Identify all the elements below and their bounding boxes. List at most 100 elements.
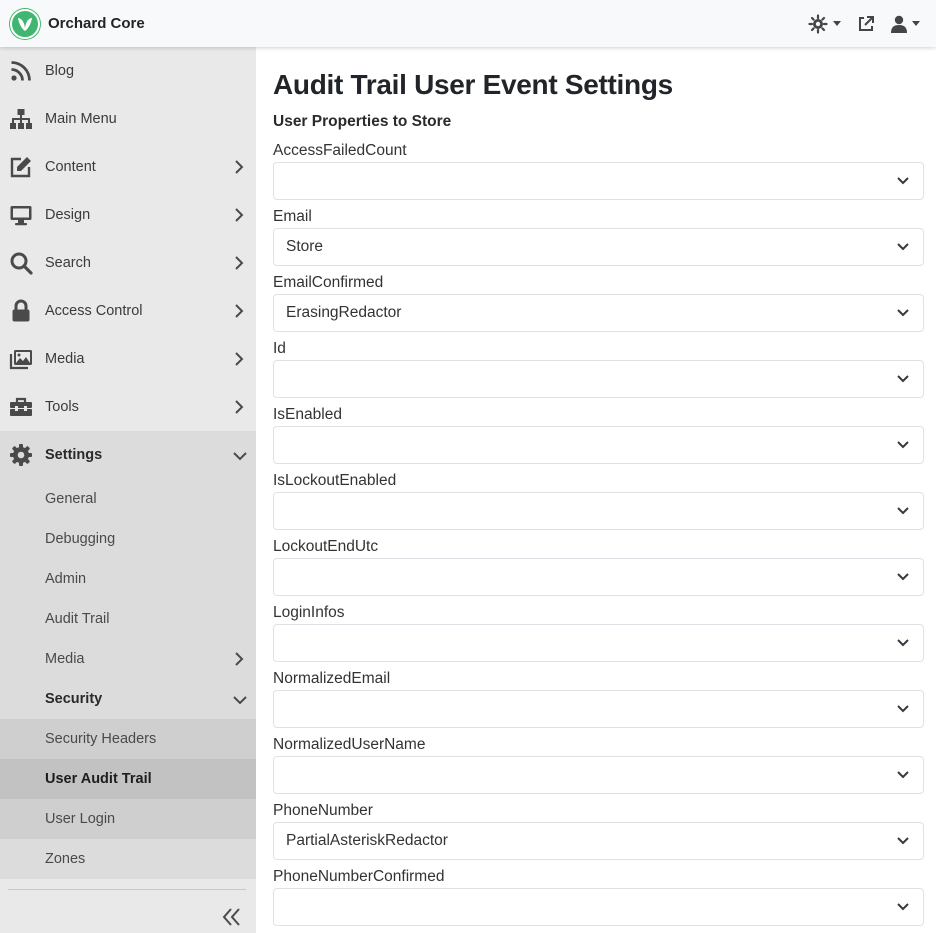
sidebar-item-label: Audit Trail	[45, 611, 110, 627]
phone-number-select[interactable]: PartialAsteriskRedactor	[273, 822, 924, 860]
sidebar-item-main-menu[interactable]: Main Menu	[0, 95, 256, 143]
normalized-user-name-select[interactable]	[273, 756, 924, 794]
images-icon	[9, 350, 32, 370]
sidebar-item-label: Access Control	[45, 303, 143, 319]
top-navbar: Orchard Core	[0, 0, 936, 47]
sidebar-item-label: Media	[45, 351, 85, 367]
chevron-down-icon	[897, 243, 909, 251]
admin-sidebar: Blog Main Menu Content Design Search Acc…	[0, 47, 256, 933]
chevron-down-icon	[833, 21, 841, 26]
sidebar-item-label: Security Headers	[45, 731, 157, 747]
field-email: Email Store	[273, 207, 924, 266]
edit-icon	[10, 157, 31, 178]
login-infos-select[interactable]	[273, 624, 924, 662]
toolbox-icon	[10, 397, 32, 416]
field-phone-number: PhoneNumber PartialAsteriskRedactor	[273, 801, 924, 860]
field-label: PhoneNumber	[273, 802, 373, 819]
sidebar-item-general[interactable]: General	[0, 479, 256, 519]
sidebar-item-media-settings[interactable]: Media	[0, 639, 256, 679]
sidebar-item-label: Zones	[45, 851, 86, 867]
sidebar-item-security-headers[interactable]: Security Headers	[0, 719, 256, 759]
field-access-failed-count: AccessFailedCount	[273, 141, 924, 200]
chevron-right-icon	[235, 400, 244, 414]
sidebar-item-audit-trail[interactable]: Audit Trail	[0, 599, 256, 639]
sidebar-item-access-control[interactable]: Access Control	[0, 287, 256, 335]
field-label: NormalizedEmail	[273, 670, 391, 687]
is-lockout-enabled-select[interactable]	[273, 492, 924, 530]
select-value: ErasingRedactor	[286, 304, 402, 321]
chevron-down-icon	[897, 441, 909, 449]
chevron-right-icon	[235, 304, 244, 318]
field-is-enabled: IsEnabled	[273, 405, 924, 464]
chevron-down-icon	[233, 696, 247, 705]
field-label: NormalizedUserName	[273, 736, 426, 753]
orchard-logo-icon	[9, 7, 41, 40]
field-lockout-end-utc: LockoutEndUtc	[273, 537, 924, 596]
chevron-down-icon	[897, 375, 909, 383]
field-email-confirmed: EmailConfirmed ErasingRedactor	[273, 273, 924, 332]
field-label: IsLockoutEnabled	[273, 472, 397, 489]
sidebar-item-label: Design	[45, 207, 91, 223]
sidebar-item-label: Blog	[45, 63, 75, 79]
is-enabled-select[interactable]	[273, 426, 924, 464]
field-label: IsEnabled	[273, 406, 342, 423]
access-failed-count-select[interactable]	[273, 162, 924, 200]
lock-icon	[12, 299, 30, 322]
chevron-down-icon	[233, 452, 247, 461]
sidebar-item-zones[interactable]: Zones	[0, 839, 256, 879]
lockout-end-utc-select[interactable]	[273, 558, 924, 596]
sidebar-item-user-audit-trail[interactable]: User Audit Trail	[0, 759, 256, 799]
page-title: Audit Trail User Event Settings	[273, 69, 673, 100]
field-label: AccessFailedCount	[273, 142, 407, 159]
sidebar-item-search[interactable]: Search	[0, 239, 256, 287]
chevron-down-icon	[897, 903, 909, 911]
field-label: Email	[273, 208, 312, 225]
chevron-down-icon	[897, 705, 909, 713]
sidebar-item-label: Search	[45, 255, 91, 271]
sidebar-item-label: Debugging	[45, 531, 116, 547]
double-chevron-left-icon	[222, 908, 240, 926]
user-menu-button[interactable]	[887, 0, 924, 47]
chevron-down-icon	[897, 177, 909, 185]
field-label: EmailConfirmed	[273, 274, 384, 291]
section-title: User Properties to Store	[273, 113, 452, 130]
chevron-right-icon	[235, 208, 244, 222]
sidebar-item-label: Settings	[45, 447, 103, 463]
sitemap-icon	[10, 109, 32, 129]
brand-link[interactable]: Orchard Core	[9, 7, 145, 40]
sidebar-item-label: General	[45, 491, 97, 507]
sidebar-item-security[interactable]: Security	[0, 679, 256, 719]
email-confirmed-select[interactable]: ErasingRedactor	[273, 294, 924, 332]
sidebar-item-settings[interactable]: Settings	[0, 431, 256, 479]
chevron-right-icon	[235, 352, 244, 366]
normalized-email-select[interactable]	[273, 690, 924, 728]
chevron-down-icon	[897, 837, 909, 845]
user-icon	[891, 15, 907, 33]
rss-icon	[11, 61, 31, 81]
sidebar-item-label: Content	[45, 159, 96, 175]
email-select[interactable]: Store	[273, 228, 924, 266]
phone-number-confirmed-select[interactable]	[273, 888, 924, 926]
sidebar-item-admin[interactable]: Admin	[0, 559, 256, 599]
monitor-icon	[10, 206, 32, 226]
sidebar-item-label: Main Menu	[45, 111, 117, 127]
visit-site-button[interactable]	[853, 0, 879, 47]
sidebar-item-content[interactable]: Content	[0, 143, 256, 191]
sidebar-item-design[interactable]: Design	[0, 191, 256, 239]
brand-name: Orchard Core	[48, 15, 145, 32]
sidebar-item-user-login[interactable]: User Login	[0, 799, 256, 839]
id-select[interactable]	[273, 360, 924, 398]
chevron-down-icon	[897, 507, 909, 515]
sidebar-item-label: Security	[45, 691, 103, 707]
sidebar-item-debugging[interactable]: Debugging	[0, 519, 256, 559]
collapse-sidebar-button[interactable]	[220, 905, 244, 929]
sidebar-item-blog[interactable]: Blog	[0, 47, 256, 95]
chevron-right-icon	[235, 256, 244, 270]
theme-toggle-button[interactable]	[804, 0, 845, 47]
sidebar-item-label: Media	[45, 651, 85, 667]
sidebar-item-tools[interactable]: Tools	[0, 383, 256, 431]
sidebar-item-label: Tools	[45, 399, 79, 415]
field-phone-number-confirmed: PhoneNumberConfirmed	[273, 867, 924, 926]
sidebar-item-media[interactable]: Media	[0, 335, 256, 383]
field-label: PhoneNumberConfirmed	[273, 868, 445, 885]
